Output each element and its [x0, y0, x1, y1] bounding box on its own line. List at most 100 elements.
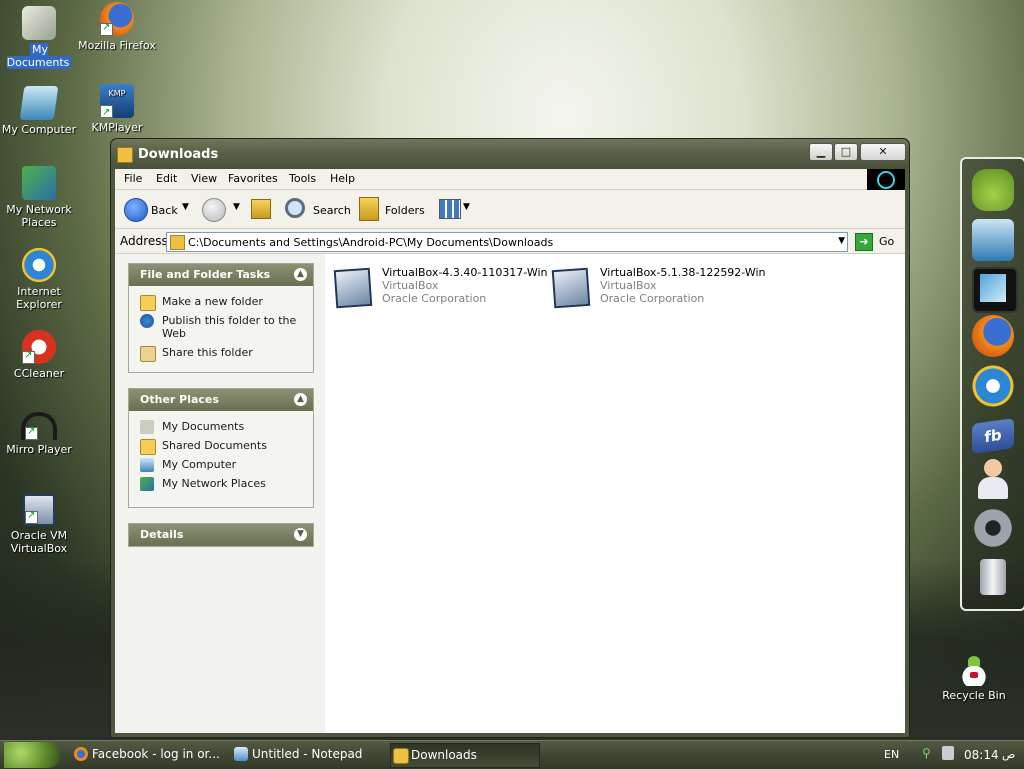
address-dropdown-icon[interactable]: ▼ — [838, 236, 845, 246]
place-label: My Documents — [162, 420, 245, 433]
minimize-button[interactable]: ▁ — [809, 143, 833, 161]
speaker-tray-icon[interactable] — [942, 746, 954, 760]
toolbar: Back ▼ ▼ Search Folders ▼ — [115, 190, 905, 229]
views-icon[interactable] — [439, 199, 461, 219]
desktop-icon-my-documents[interactable]: My Documents — [0, 6, 78, 69]
computer-icon — [140, 458, 154, 472]
menu-view[interactable]: View — [191, 172, 217, 185]
back-dropdown-icon[interactable]: ▼ — [182, 202, 189, 212]
folders-icon[interactable] — [359, 197, 379, 221]
firefox-icon[interactable] — [972, 315, 1014, 357]
desktop-icon-label: My Computer — [1, 123, 77, 136]
desktop-icon-firefox[interactable]: Mozilla Firefox — [78, 2, 156, 52]
address-input[interactable]: C:\Documents and Settings\Android-PC\My … — [166, 232, 848, 252]
menu-edit[interactable]: Edit — [156, 172, 177, 185]
gear-icon[interactable] — [972, 507, 1014, 549]
search-button-label[interactable]: Search — [313, 204, 351, 217]
desktop-icon-my-network-places[interactable]: My Network Places — [0, 166, 78, 229]
panel-title: File and Folder Tasks — [140, 268, 271, 281]
clock-time[interactable]: 08:14 — [964, 748, 999, 762]
place-shared-documents[interactable]: Shared Documents — [129, 436, 313, 455]
views-dropdown-icon[interactable]: ▼ — [463, 202, 470, 212]
task-label: Share this folder — [162, 346, 253, 359]
task-share-folder[interactable]: Share this folder — [129, 343, 313, 362]
network-tray-icon[interactable]: ⚲ — [922, 746, 934, 760]
language-indicator[interactable]: EN — [884, 748, 899, 761]
menu-help[interactable]: Help — [330, 172, 355, 185]
desktop-icon-mirro-player[interactable]: Mirro Player — [0, 412, 78, 456]
file-folder-tasks-panel: File and Folder Tasks ▲ Make a new folde… — [128, 263, 314, 373]
close-button[interactable]: ✕ — [860, 143, 906, 161]
shared-folder-icon — [140, 439, 156, 455]
place-my-documents[interactable]: My Documents — [129, 417, 313, 436]
desktop-icon-recycle-bin[interactable]: Recycle Bin — [935, 656, 1013, 702]
desktop-icon-kmplayer[interactable]: KMP KMPlayer — [78, 84, 156, 134]
file-name: VirtualBox-5.1.38-122592-Win — [600, 266, 766, 279]
other-places-header[interactable]: Other Places ▲ — [129, 389, 313, 411]
trash-icon[interactable] — [972, 555, 1014, 597]
search-icon[interactable] — [285, 198, 305, 218]
taskbar-item-facebook[interactable]: Facebook - log in or... — [72, 743, 240, 766]
menu-file[interactable]: File — [124, 172, 142, 185]
desktop-icon-my-computer[interactable]: My Computer — [0, 86, 78, 136]
file-item[interactable]: VirtualBox-4.3.40-110317-Win VirtualBox … — [331, 263, 548, 309]
up-folder-icon[interactable] — [251, 199, 271, 219]
file-folder-tasks-header[interactable]: File and Folder Tasks ▲ — [129, 264, 313, 286]
file-list: VirtualBox-4.3.40-110317-Win VirtualBox … — [325, 254, 905, 733]
task-publish-folder-web[interactable]: Publish this folder to the Web — [129, 311, 313, 343]
desktop-icon-internet-explorer[interactable]: Internet Explorer — [0, 248, 78, 311]
forward-arrow-icon[interactable] — [202, 198, 226, 222]
desktop-icon-label: My Network Places — [6, 203, 72, 229]
task-pane: File and Folder Tasks ▲ Make a new folde… — [115, 254, 325, 733]
folders-button-label[interactable]: Folders — [385, 204, 425, 217]
tablet-icon[interactable] — [972, 267, 1018, 313]
taskbar-item-notepad[interactable]: Untitled - Notepad — [232, 743, 400, 766]
forward-dropdown-icon[interactable]: ▼ — [233, 202, 240, 212]
folder-icon — [117, 147, 133, 163]
place-my-network-places[interactable]: My Network Places — [129, 474, 313, 493]
maximize-button[interactable]: □ — [834, 143, 858, 161]
explorer-window: Downloads ▁ □ ✕ File Edit View Favorites… — [110, 138, 910, 738]
file-type: VirtualBox — [382, 279, 439, 292]
window-titlebar[interactable]: Downloads ▁ □ ✕ — [111, 139, 909, 169]
headphones-icon — [21, 412, 57, 440]
back-button-label[interactable]: Back — [151, 204, 178, 217]
virtualbox-installer-icon — [549, 263, 591, 309]
desktop-icon-label: KMPlayer — [91, 121, 143, 134]
firefox-icon — [100, 2, 134, 36]
firefox-icon — [74, 747, 88, 761]
task-label: Publish this folder to the Web — [162, 314, 297, 340]
go-arrow-icon[interactable]: ➜ — [855, 233, 873, 251]
folder-icon — [170, 235, 185, 250]
address-value[interactable]: C:\Documents and Settings\Android-PC\My … — [188, 236, 553, 249]
collapse-icon[interactable]: ▲ — [294, 268, 307, 281]
menu-favorites[interactable]: Favorites — [228, 172, 278, 185]
clock-ampm: ص — [1002, 748, 1016, 761]
desktop-icon-ccleaner[interactable]: CCleaner — [0, 330, 78, 380]
network-places-icon — [140, 477, 154, 491]
user-support-icon[interactable] — [972, 457, 1014, 499]
ie-icon[interactable] — [972, 365, 1014, 407]
kmplayer-icon: KMP — [100, 84, 134, 123]
expand-icon[interactable]: ▼ — [294, 528, 307, 541]
start-button[interactable] — [4, 742, 60, 768]
desktop-icon-oracle-vm-virtualbox[interactable]: Oracle VM VirtualBox — [0, 494, 78, 555]
network-places-icon — [22, 166, 56, 200]
menu-tools[interactable]: Tools — [289, 172, 316, 185]
go-button[interactable]: Go — [879, 235, 894, 248]
taskbar-item-label: Facebook - log in or... — [92, 747, 220, 761]
internet-explorer-icon — [22, 248, 56, 282]
taskbar-item-downloads[interactable]: Downloads — [390, 743, 540, 768]
file-item[interactable]: VirtualBox-5.1.38-122592-Win VirtualBox … — [549, 263, 766, 309]
android-icon[interactable] — [972, 169, 1014, 211]
facebook-icon[interactable]: fb — [972, 418, 1014, 454]
details-header[interactable]: Details ▼ — [129, 524, 313, 546]
computer-icon[interactable] — [972, 219, 1014, 261]
collapse-icon[interactable]: ▲ — [294, 393, 307, 406]
taskbar-item-label: Untitled - Notepad — [252, 747, 363, 761]
place-my-computer[interactable]: My Computer — [129, 455, 313, 474]
task-make-new-folder[interactable]: Make a new folder — [129, 292, 313, 311]
back-arrow-icon[interactable] — [124, 198, 148, 222]
desktop-icon-label: Recycle Bin — [942, 689, 1006, 702]
task-label: Make a new folder — [162, 295, 263, 308]
